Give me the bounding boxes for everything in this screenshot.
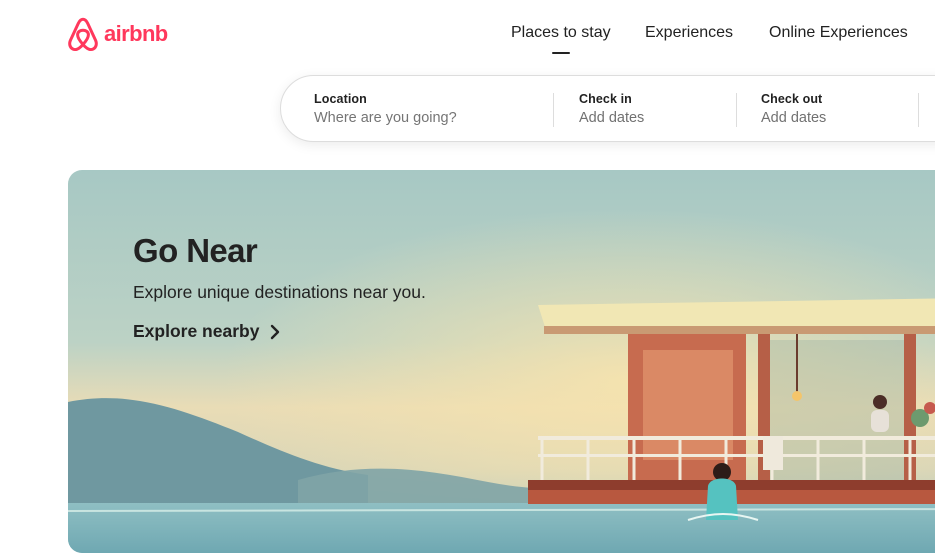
location-label: Location <box>314 92 367 106</box>
check-out-value: Add dates <box>761 110 827 126</box>
chevron-right-icon <box>271 324 280 339</box>
tab-experiences[interactable]: Experiences <box>645 24 733 42</box>
check-in-value: Add dates <box>579 110 645 126</box>
tab-places-to-stay[interactable]: Places to stay <box>511 24 611 54</box>
field-divider <box>736 93 737 127</box>
search-bar: Location Check in Add dates Check out Ad… <box>280 75 935 142</box>
check-in-field[interactable]: Check in Add dates <box>579 92 699 126</box>
check-out-field[interactable]: Check out Add dates <box>761 92 881 126</box>
top-nav: Places to stay Experiences Online Experi… <box>0 24 935 64</box>
explore-nearby-label: Explore nearby <box>133 321 260 341</box>
tab-online-experiences[interactable]: Online Experiences <box>769 24 908 42</box>
tab-label: Places to stay <box>511 24 611 41</box>
hero-banner: Go Near Explore unique destinations near… <box>68 170 935 553</box>
active-tab-indicator <box>551 52 570 54</box>
tab-label: Online Experiences <box>769 24 908 41</box>
location-input[interactable] <box>314 110 514 126</box>
hero-illustration <box>68 170 935 553</box>
tab-label: Experiences <box>645 24 734 41</box>
check-in-label: Check in <box>579 92 632 106</box>
check-out-label: Check out <box>761 92 823 106</box>
hero-title: Go Near <box>133 232 258 269</box>
field-divider <box>918 93 919 127</box>
location-field[interactable]: Location <box>314 92 514 126</box>
field-divider <box>553 93 554 127</box>
airbnb-home-page: airbnb Places to stay Experiences Online… <box>0 0 935 555</box>
explore-nearby-link[interactable]: Explore nearby <box>133 321 281 342</box>
hero-subtitle: Explore unique destinations near you. <box>133 282 426 302</box>
